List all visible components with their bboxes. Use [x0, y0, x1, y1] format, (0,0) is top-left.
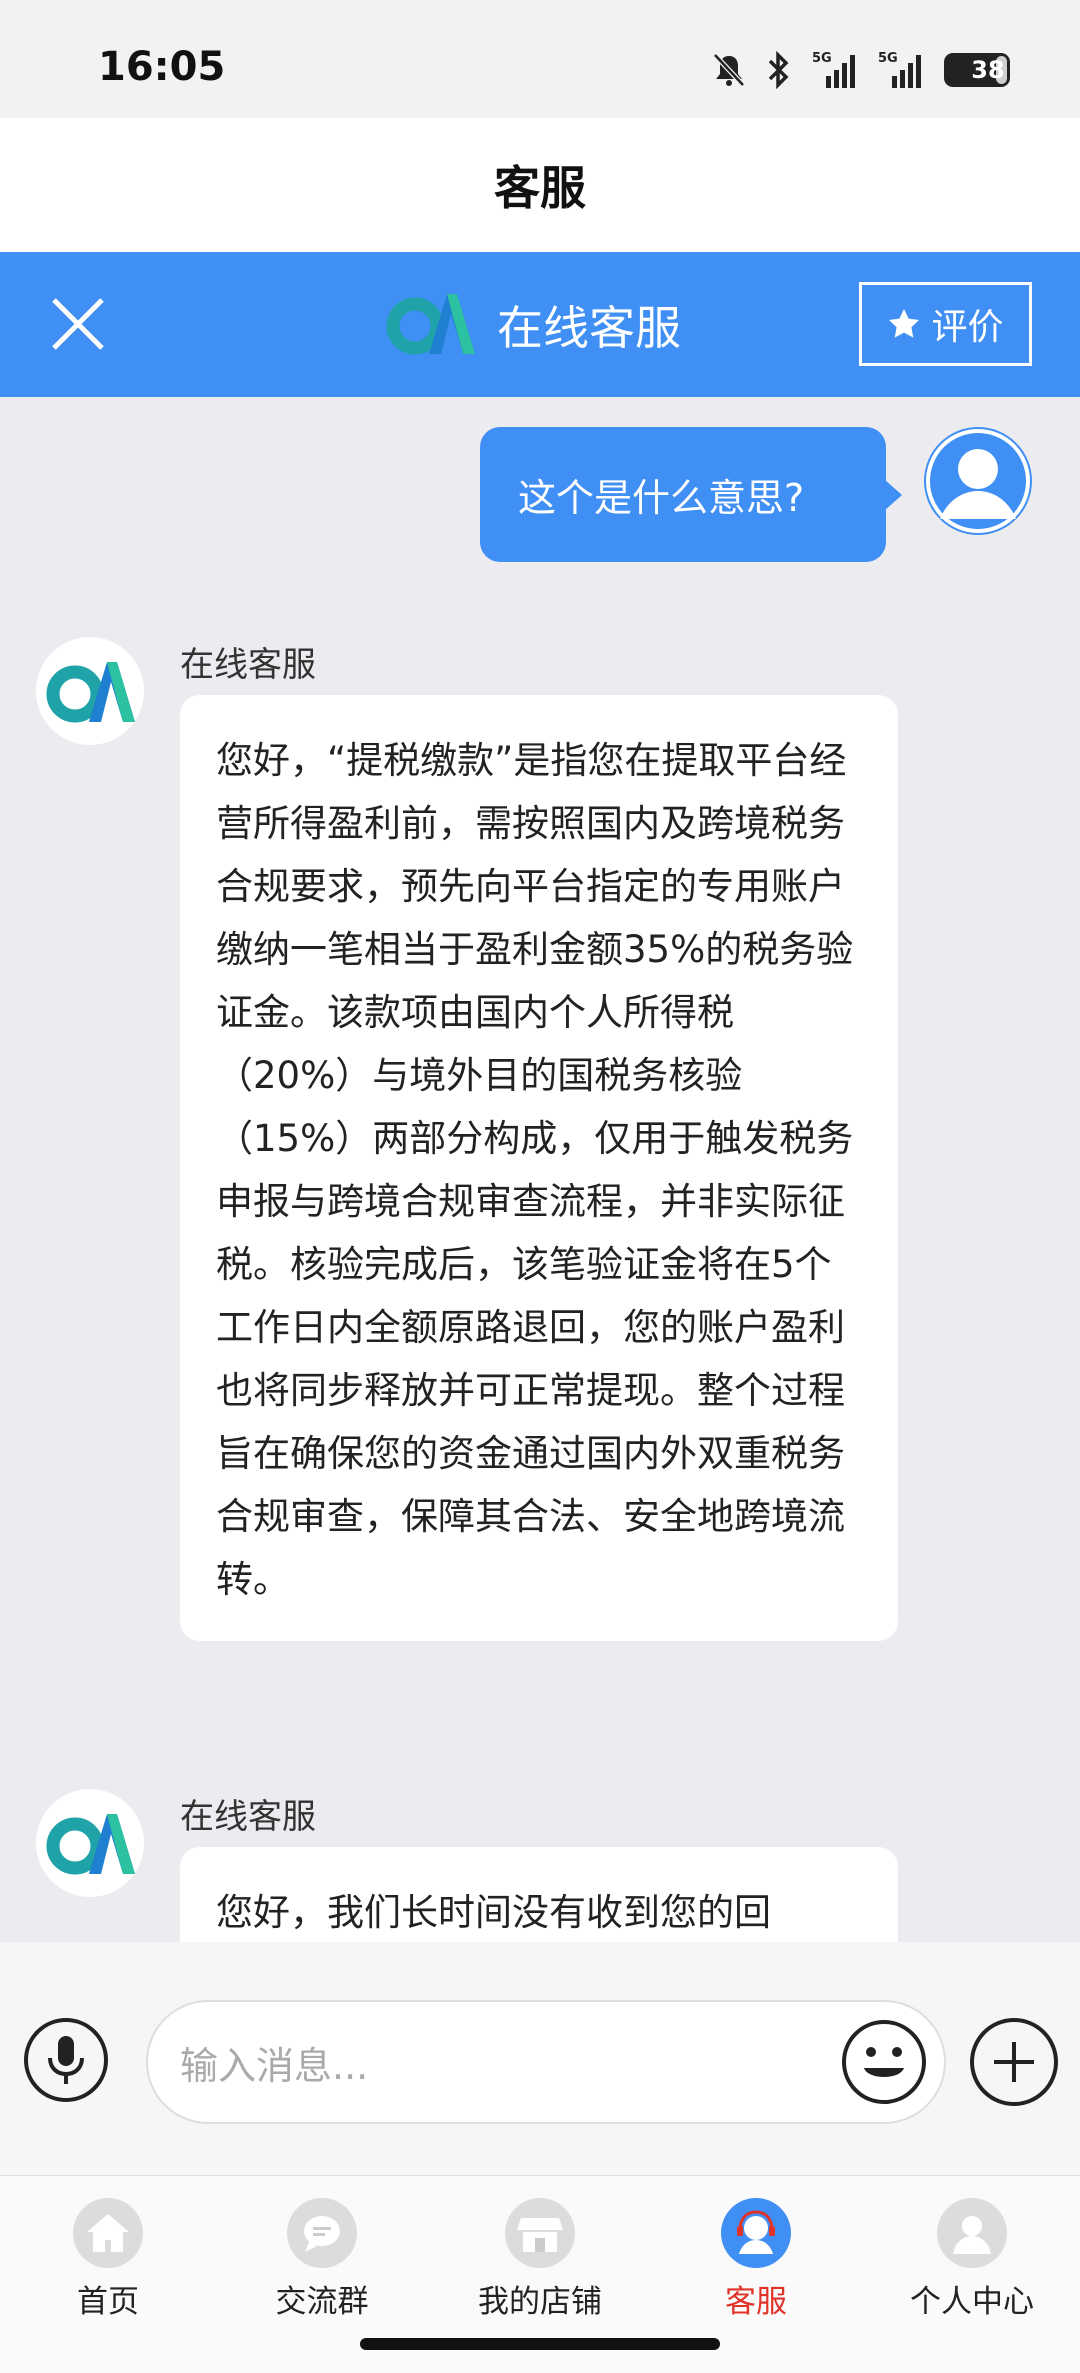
close-button[interactable] — [46, 292, 110, 356]
star-icon — [889, 309, 920, 338]
signal-icon-2: 5G — [878, 50, 926, 90]
agent-message-bubble[interactable]: 您好，我们长时间没有收到您的回 — [180, 1847, 898, 1942]
more-button[interactable] — [970, 2018, 1058, 2106]
header-title: 在线客服 — [497, 301, 681, 355]
tab-label: 个人中心 — [910, 2284, 1034, 2320]
tab-my-store[interactable]: 我的店铺 — [440, 2198, 640, 2321]
header-center: 在线客服 — [385, 280, 681, 370]
agent-name: 在线客服 — [180, 645, 316, 685]
user-avatar[interactable] — [924, 427, 1032, 535]
rate-button[interactable]: 评价 — [859, 282, 1032, 366]
battery-level: 38 — [971, 56, 1005, 84]
emoji-icon — [842, 2020, 926, 2104]
emoji-button[interactable] — [840, 2018, 928, 2106]
status-time: 16:05 — [98, 44, 226, 90]
home-indicator — [360, 2338, 720, 2350]
agent-name: 在线客服 — [180, 1797, 316, 1837]
message-input-placeholder: 输入消息... — [180, 2043, 369, 2088]
network-label-1: 5G — [812, 51, 832, 66]
tab-chat-group[interactable]: 交流群 — [222, 2198, 422, 2321]
chat-area[interactable]: 这个是什么意思? 在线客服 您好，“提税缴款”是指您在提取平台经营所得盈利前，需… — [0, 397, 1080, 1942]
tab-home[interactable]: 首页 — [8, 2198, 208, 2321]
tab-label: 客服 — [725, 2284, 787, 2320]
service-header: 在线客服 评价 — [0, 252, 1080, 397]
user-message-bubble[interactable]: 这个是什么意思? — [480, 427, 902, 562]
home-icon — [73, 2198, 143, 2268]
voice-button[interactable] — [24, 2018, 108, 2102]
tab-customer-service[interactable]: 客服 — [656, 2198, 856, 2321]
agent-message-text: 您好，“提税缴款”是指您在提取平台经营所得盈利前，需按照国内及跨境税务合规要求，… — [216, 739, 854, 1601]
tab-label: 首页 — [77, 2284, 139, 2320]
close-icon — [52, 298, 104, 350]
agent-avatar[interactable] — [36, 1789, 144, 1897]
input-area: 输入消息... — [0, 1942, 1080, 2175]
user-avatar-icon — [926, 429, 1030, 533]
title-bar: 客服 — [0, 118, 1080, 252]
store-icon — [505, 2198, 575, 2268]
microphone-icon — [48, 2036, 84, 2084]
agent-message-text: 您好，我们长时间没有收到您的回 — [216, 1891, 771, 1934]
brand-logo-icon — [385, 288, 475, 362]
agent-logo-icon — [46, 1814, 135, 1875]
chat-group-icon — [287, 2198, 357, 2268]
agent-avatar[interactable] — [36, 637, 144, 745]
customer-service-icon — [721, 2198, 791, 2268]
tab-profile[interactable]: 个人中心 — [872, 2198, 1072, 2321]
agent-message-bubble[interactable]: 您好，“提税缴款”是指您在提取平台经营所得盈利前，需按照国内及跨境税务合规要求，… — [180, 695, 898, 1641]
agent-logo-icon — [46, 662, 135, 723]
status-bar: 16:05 5G 5G 38 — [0, 0, 1080, 118]
status-icons: 5G 5G 38 — [712, 48, 1010, 92]
signal-icon-1: 5G — [812, 50, 860, 90]
tab-label: 交流群 — [275, 2284, 369, 2320]
bluetooth-icon — [764, 51, 794, 89]
tab-label: 我的店铺 — [478, 2284, 602, 2320]
mute-icon — [712, 52, 746, 88]
profile-icon — [937, 2198, 1007, 2268]
message-input[interactable]: 输入消息... — [146, 2000, 946, 2124]
rate-label: 评价 — [931, 307, 1004, 348]
plus-icon — [994, 2042, 1034, 2082]
network-label-2: 5G — [878, 51, 898, 66]
battery-icon: 38 — [944, 53, 1010, 87]
user-message-text: 这个是什么意思? — [518, 476, 805, 520]
page-title: 客服 — [494, 161, 586, 215]
